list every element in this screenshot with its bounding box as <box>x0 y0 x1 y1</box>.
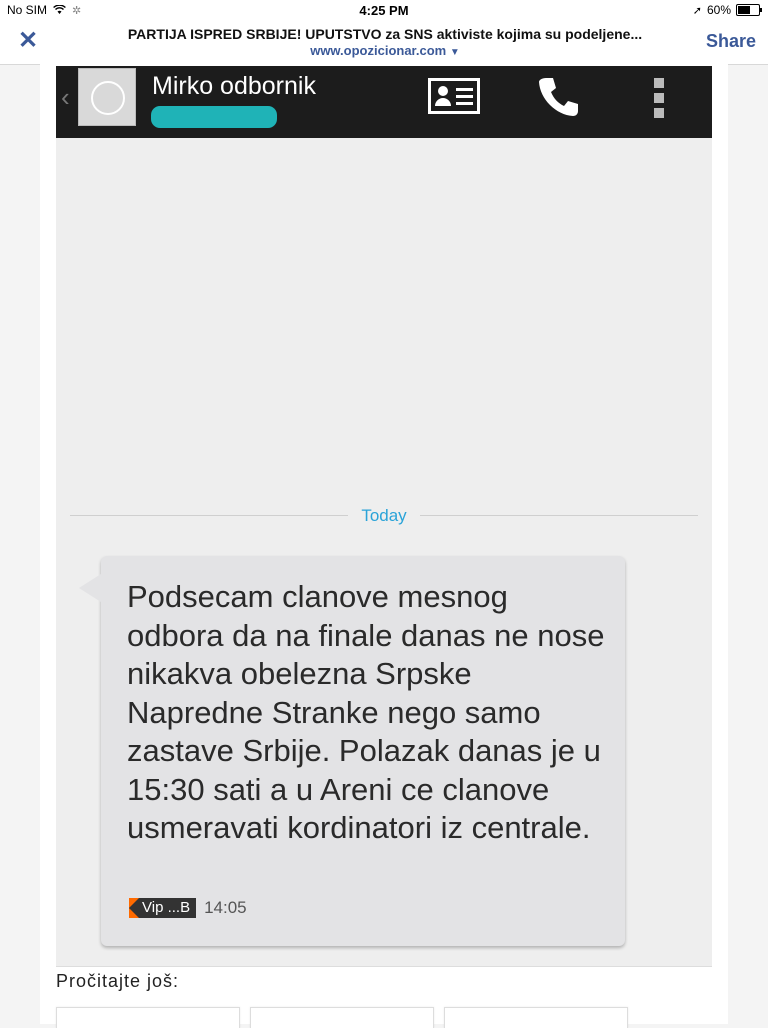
contact-avatar <box>78 68 136 126</box>
contact-card-line <box>456 88 473 91</box>
location-arrow-icon: ➚ <box>692 4 702 17</box>
status-bar: No SIM ✲ 4:25 PM ➚ 60% <box>0 0 768 20</box>
avatar-placeholder-icon <box>91 81 125 115</box>
page-title: PARTIJA ISPRED SRBIJE! UPUTSTVO za SNS a… <box>127 26 643 42</box>
related-article-card[interactable] <box>250 1007 434 1028</box>
status-time: 4:25 PM <box>359 3 409 18</box>
phone-call-icon <box>539 78 578 116</box>
close-button[interactable]: ✕ <box>16 28 40 54</box>
redaction-scribble <box>151 106 277 128</box>
battery-fill <box>738 6 750 14</box>
message-bubble: Podsecam clanove mesnog odbora da na fin… <box>79 556 625 946</box>
contact-card-line <box>456 95 473 98</box>
date-divider: Today <box>70 501 698 531</box>
page-domain[interactable]: www.opozicionar.com ▼ <box>60 43 710 58</box>
status-right: ➚ 60% <box>692 3 762 17</box>
messaging-app-bar: ‹ Mirko odbornik <box>56 66 712 138</box>
contact-card-icon <box>428 78 480 114</box>
date-divider-label: Today <box>361 506 407 525</box>
section-divider <box>56 966 712 967</box>
related-article-card[interactable] <box>56 1007 240 1028</box>
message-meta: Vip ...B 14:05 <box>129 898 247 918</box>
sms-screenshot: ‹ Mirko odbornik Today Podsecam clanove … <box>56 66 712 966</box>
back-chevron-icon: ‹ <box>61 82 70 112</box>
bubble-tail <box>79 574 101 602</box>
contact-card-line <box>456 102 473 105</box>
related-article-card[interactable] <box>444 1007 628 1028</box>
chevron-down-icon: ▼ <box>449 47 460 58</box>
message-time: 14:05 <box>204 898 247 917</box>
contact-card-body <box>435 98 451 106</box>
overflow-menu-icon <box>654 78 664 118</box>
share-button[interactable]: Share <box>706 31 756 52</box>
contact-card-head <box>438 86 448 96</box>
browser-header: ✕ PARTIJA ISPRED SRBIJE! UPUTSTVO za SNS… <box>0 20 768 65</box>
message-text: Podsecam clanove mesnog odbora da na fin… <box>127 579 605 845</box>
contact-name: Mirko odbornik <box>152 72 316 100</box>
read-more-heading: Pročitajte još: <box>56 971 180 991</box>
domain-text: www.opozicionar.com <box>310 43 447 58</box>
sim-badge: Vip ...B <box>129 898 197 918</box>
battery-icon <box>736 4 762 16</box>
article-content: ‹ Mirko odbornik Today Podsecam clanove … <box>40 64 728 1028</box>
battery-percent: 60% <box>706 3 731 17</box>
